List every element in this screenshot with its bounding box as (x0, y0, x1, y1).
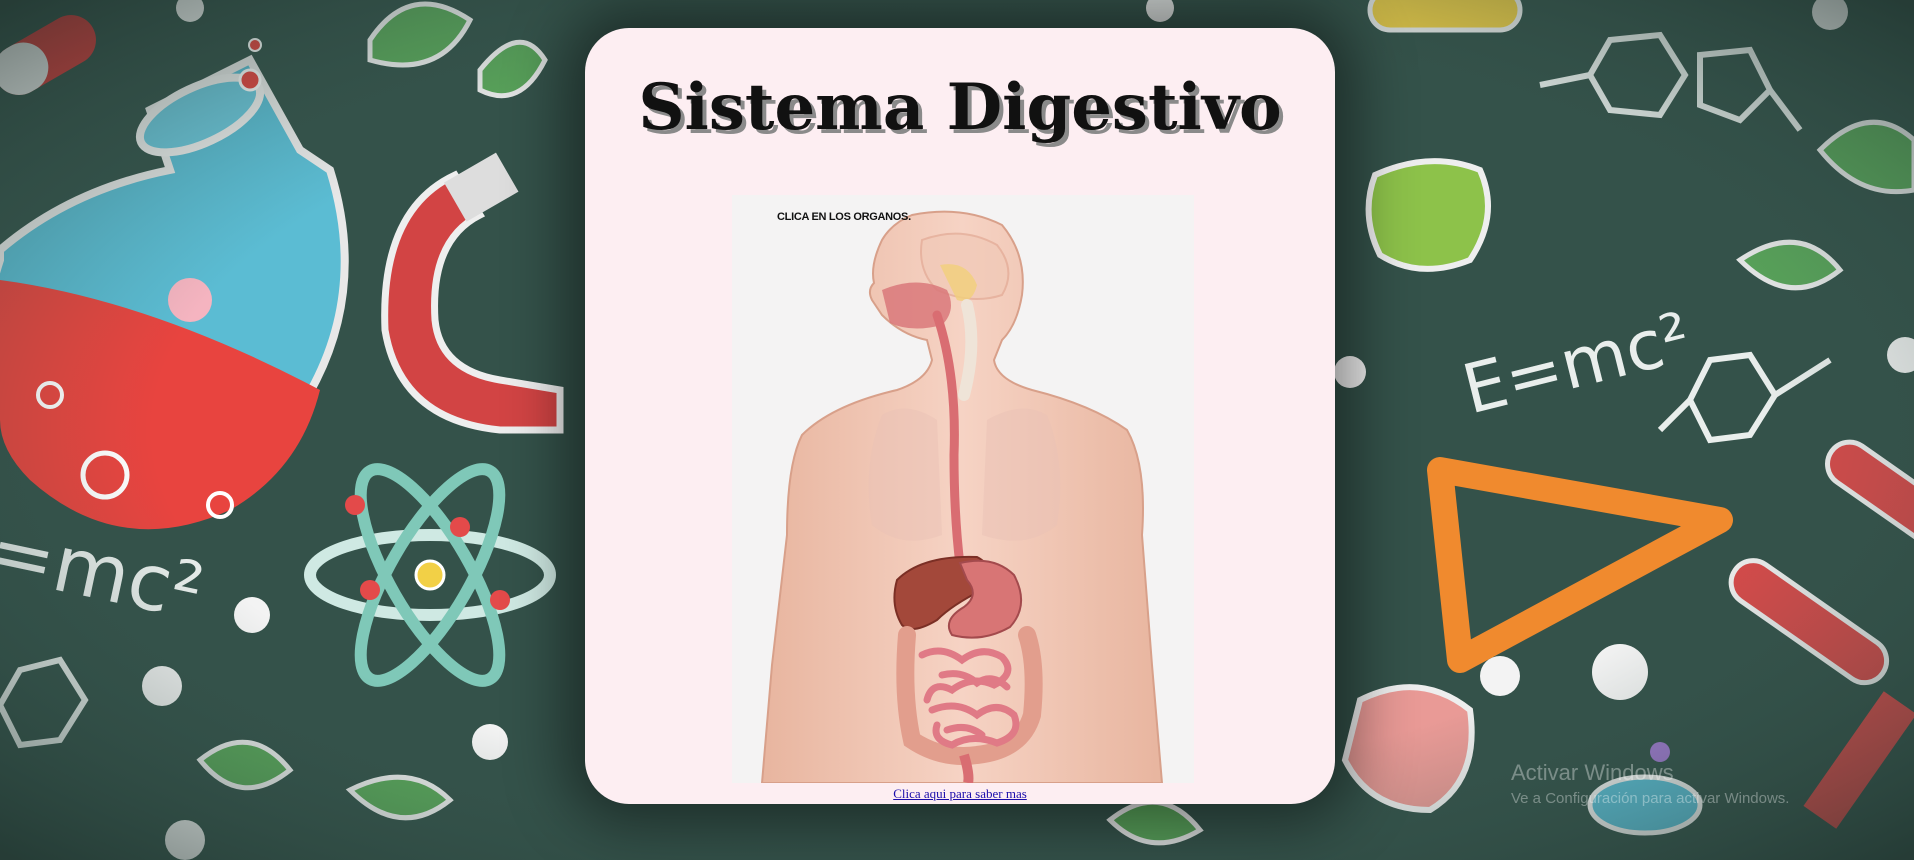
learn-more-link[interactable]: Clica aqui para saber mas (585, 786, 1335, 802)
content-card: Sistema Digestivo CLICA EN LOS ORGANOS. … (585, 28, 1335, 804)
windows-activation-watermark: Activar Windows Ve a Configuración para … (1511, 760, 1789, 807)
instruction-text: CLICA EN LOS ORGANOS. (777, 211, 911, 223)
watermark-title: Activar Windows (1511, 760, 1674, 785)
page-title: Sistema Digestivo (638, 70, 1282, 145)
digestive-system-diagram: CLICA EN LOS ORGANOS. (732, 195, 1194, 783)
watermark-subtitle: Ve a Configuración para activar Windows. (1511, 790, 1790, 807)
